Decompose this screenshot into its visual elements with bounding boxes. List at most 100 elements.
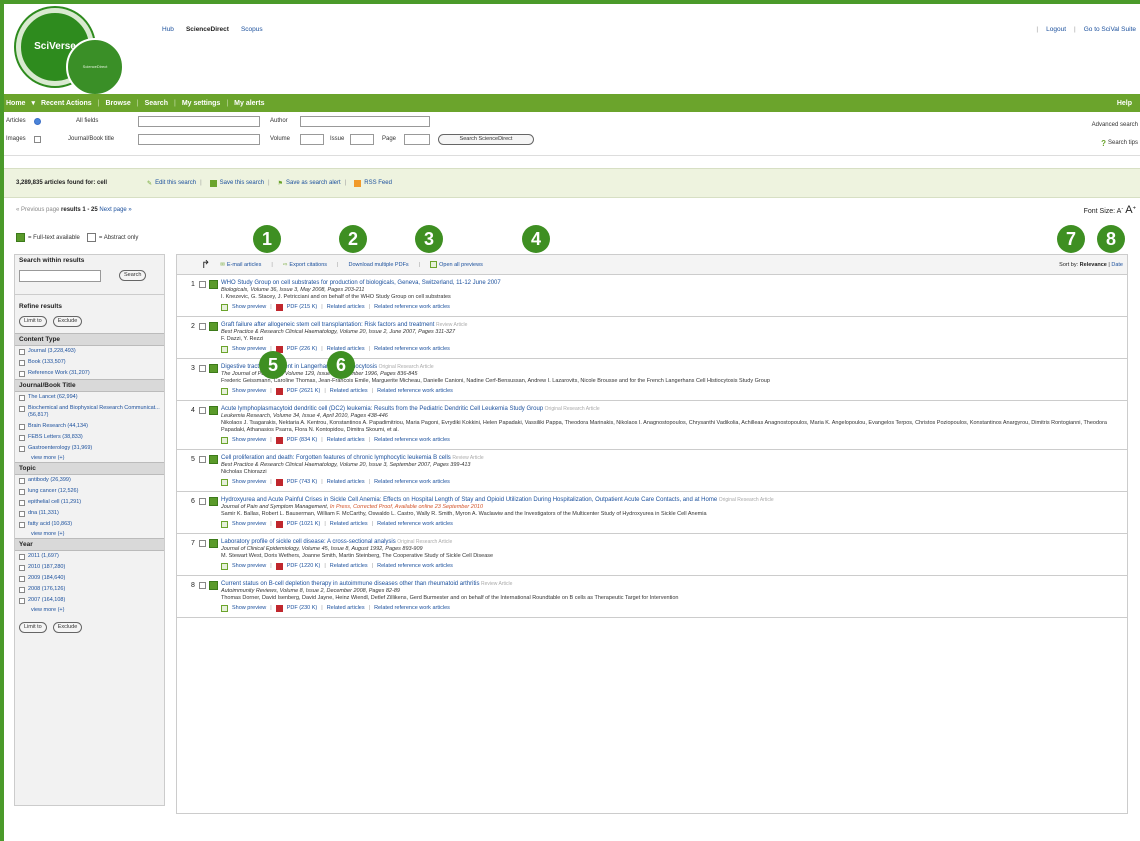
facet-item[interactable]: Book (133,507) — [15, 357, 164, 368]
result-title-link[interactable]: WHO Study Group on cell substrates for p… — [221, 280, 501, 286]
next-page-link[interactable]: Next page » — [99, 207, 131, 213]
result-checkbox[interactable] — [199, 540, 206, 547]
facet-item[interactable]: fatty acid (10,863) — [15, 519, 164, 530]
facet-item[interactable]: antibody (26,399) — [15, 475, 164, 486]
show-preview-link[interactable]: Show preview — [232, 388, 266, 395]
result-title-link[interactable]: Hydroxyurea and Acute Painful Crises in … — [221, 497, 717, 503]
nav-recent[interactable]: Recent Actions — [41, 100, 92, 107]
facet-item[interactable]: 2007 (164,108) — [15, 595, 164, 606]
search-tips-link[interactable]: Search tips — [1108, 140, 1138, 146]
related-reference-link[interactable]: Related reference work articles — [374, 346, 450, 353]
nav-alerts[interactable]: My alerts — [234, 100, 264, 107]
facet-item[interactable]: dna (11,331) — [15, 508, 164, 519]
view-more-link[interactable]: view more (+) — [15, 454, 164, 462]
export-citations-action[interactable]: ⇨ Export citations — [283, 262, 327, 268]
images-radio[interactable] — [34, 136, 41, 143]
related-reference-link[interactable]: Related reference work articles — [377, 388, 453, 395]
edit-search-action[interactable]: ✎ Edit this search — [147, 180, 196, 187]
select-arrow-icon[interactable]: ↱ — [201, 258, 210, 271]
scopus-link[interactable]: Scopus — [241, 26, 263, 33]
show-preview-link[interactable]: Show preview — [232, 563, 266, 570]
pdf-link[interactable]: PDF (834 K) — [287, 437, 318, 444]
scival-link[interactable]: Go to SciVal Suite — [1084, 26, 1136, 33]
pdf-link[interactable]: PDF (215 K) — [287, 304, 318, 311]
logout-link[interactable]: Logout — [1046, 26, 1066, 33]
sort-date-link[interactable]: Date — [1111, 262, 1123, 268]
exclude-button[interactable]: Exclude — [52, 316, 83, 327]
result-checkbox[interactable] — [199, 456, 206, 463]
related-articles-link[interactable]: Related articles — [327, 304, 365, 311]
search-within-button[interactable]: Search — [119, 270, 147, 281]
related-reference-link[interactable]: Related reference work articles — [374, 437, 450, 444]
volume-input[interactable] — [300, 134, 324, 145]
result-checkbox[interactable] — [199, 582, 206, 589]
facet-item[interactable]: Reference Work (31,207) — [15, 368, 164, 379]
hub-link[interactable]: Hub — [162, 26, 174, 33]
related-articles-link[interactable]: Related articles — [327, 605, 365, 612]
save-search-action[interactable]: Save this search — [209, 179, 264, 187]
show-preview-link[interactable]: Show preview — [232, 346, 266, 353]
facet-item[interactable]: 2011 (1,697) — [15, 551, 164, 562]
related-reference-link[interactable]: Related reference work articles — [374, 479, 450, 486]
limit-to-button[interactable]: Limit to — [19, 316, 47, 327]
show-preview-link[interactable]: Show preview — [232, 521, 266, 528]
open-previews-action[interactable]: Open all previews — [430, 261, 483, 268]
facet-item[interactable]: Biochemical and Biophysical Research Com… — [15, 403, 164, 421]
result-title-link[interactable]: Laboratory profile of sickle cell diseas… — [221, 539, 396, 545]
result-checkbox[interactable] — [199, 498, 206, 505]
facet-item[interactable]: The Lancet (62,994) — [15, 392, 164, 403]
nav-home[interactable]: Home — [6, 100, 25, 107]
facet-item[interactable]: Gastroenterology (31,969) — [15, 443, 164, 454]
facet-item[interactable]: 2009 (184,640) — [15, 573, 164, 584]
result-checkbox[interactable] — [199, 407, 206, 414]
nav-search[interactable]: Search — [145, 100, 168, 107]
pdf-link[interactable]: PDF (230 K) — [287, 605, 318, 612]
related-reference-link[interactable]: Related reference work articles — [374, 605, 450, 612]
search-sciencedirect-button[interactable]: Search ScienceDirect — [438, 134, 534, 145]
advanced-search-link[interactable]: Advanced search — [1092, 122, 1138, 128]
related-reference-link[interactable]: Related reference work articles — [374, 304, 450, 311]
view-more-link[interactable]: view more (+) — [15, 530, 164, 538]
facet-item[interactable]: Journal (3,228,493) — [15, 346, 164, 357]
view-more-link[interactable]: view more (+) — [15, 606, 164, 614]
result-title-link[interactable]: Graft failure after allogeneic stem cell… — [221, 322, 434, 328]
facet-item[interactable]: FEBS Letters (38,833) — [15, 432, 164, 443]
related-articles-link[interactable]: Related articles — [330, 563, 368, 570]
nav-browse[interactable]: Browse — [106, 100, 131, 107]
exclude-button-bottom[interactable]: Exclude — [52, 622, 83, 633]
pdf-link[interactable]: PDF (743 K) — [287, 479, 318, 486]
result-checkbox[interactable] — [199, 323, 206, 330]
articles-radio[interactable] — [34, 118, 41, 125]
pdf-link[interactable]: PDF (2621 K) — [287, 388, 321, 395]
facet-item[interactable]: Brain Research (44,134) — [15, 421, 164, 432]
nav-help[interactable]: Help — [1117, 100, 1132, 107]
related-articles-link[interactable]: Related articles — [327, 437, 365, 444]
result-title-link[interactable]: Cell proliferation and death: Forgotten … — [221, 455, 451, 461]
search-alert-action[interactable]: ⚑ Save as search alert — [278, 180, 341, 187]
result-title-link[interactable]: Acute lymphoplasmacytoid dendritic cell … — [221, 406, 543, 412]
all-fields-input[interactable] — [138, 116, 260, 127]
facet-item[interactable]: 2008 (176,126) — [15, 584, 164, 595]
related-articles-link[interactable]: Related articles — [330, 388, 368, 395]
rss-feed-action[interactable]: RSS Feed — [354, 179, 392, 187]
result-title-link[interactable]: Current status on B-cell depletion thera… — [221, 581, 479, 587]
show-preview-link[interactable]: Show preview — [232, 437, 266, 444]
result-checkbox[interactable] — [199, 281, 206, 288]
page-input[interactable] — [404, 134, 430, 145]
sciencedirect-link[interactable]: ScienceDirect — [186, 26, 229, 33]
search-within-input[interactable] — [19, 270, 101, 282]
prev-page-link[interactable]: « Previous page — [16, 207, 59, 213]
font-large-button[interactable]: A — [1125, 204, 1132, 216]
related-reference-link[interactable]: Related reference work articles — [377, 563, 453, 570]
pdf-link[interactable]: PDF (1021 K) — [287, 521, 321, 528]
related-articles-link[interactable]: Related articles — [327, 479, 365, 486]
facet-item[interactable]: lung cancer (12,526) — [15, 486, 164, 497]
download-pdfs-action[interactable]: Download multiple PDFs — [348, 262, 408, 268]
related-articles-link[interactable]: Related articles — [330, 521, 368, 528]
result-checkbox[interactable] — [199, 365, 206, 372]
pdf-link[interactable]: PDF (226 K) — [287, 346, 318, 353]
facet-item[interactable]: epithelial cell (11,291) — [15, 497, 164, 508]
pdf-link[interactable]: PDF (1220 K) — [287, 563, 321, 570]
show-preview-link[interactable]: Show preview — [232, 605, 266, 612]
journal-title-input[interactable] — [138, 134, 260, 145]
